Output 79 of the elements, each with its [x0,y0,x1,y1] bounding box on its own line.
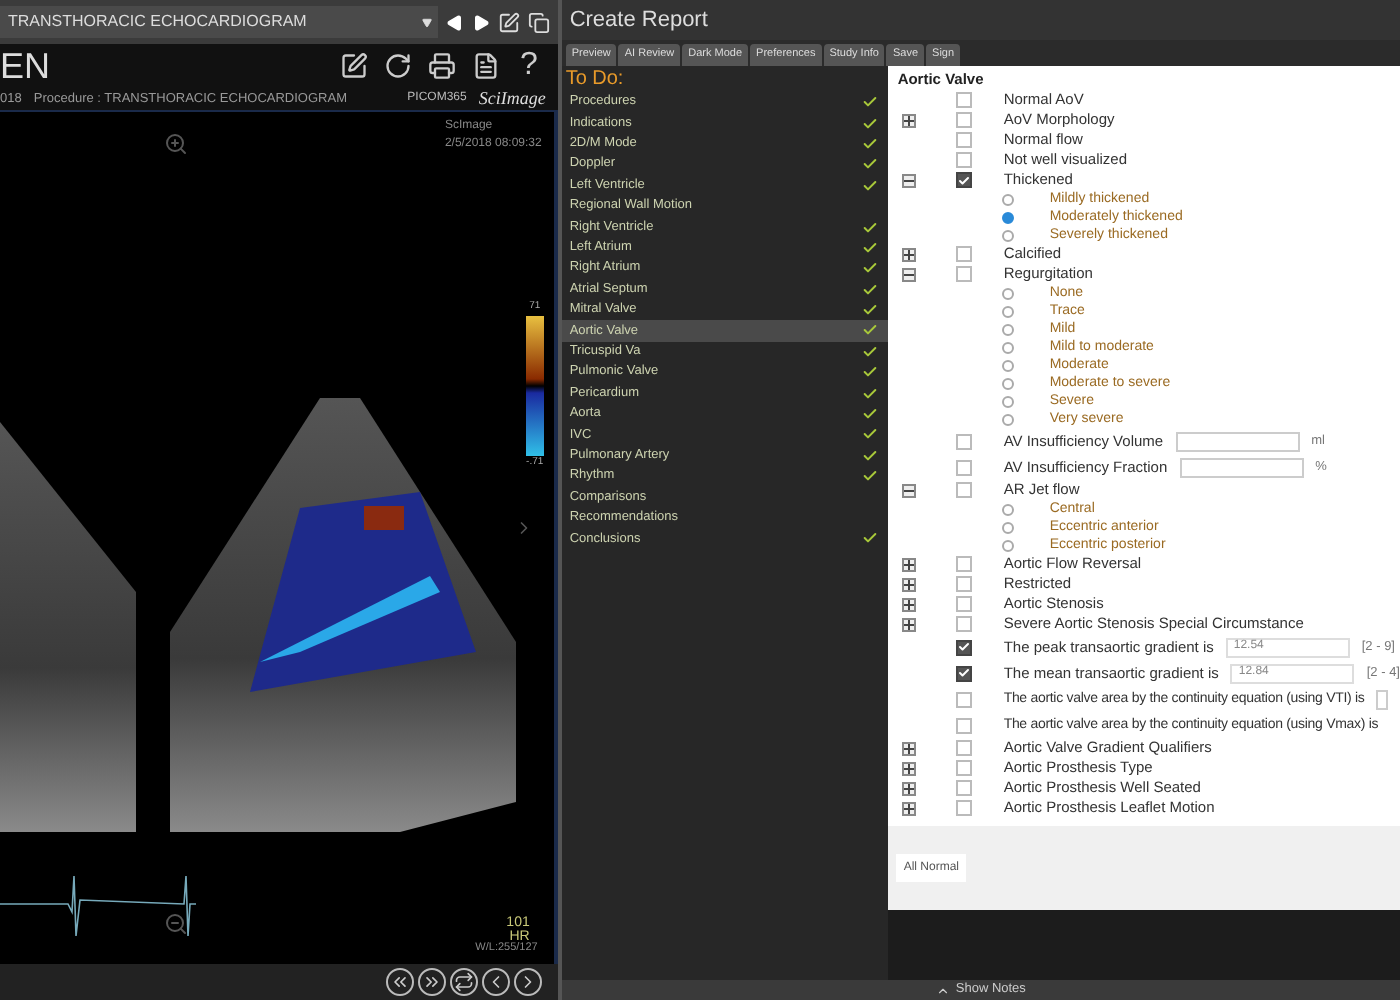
radio-button[interactable] [1001,503,1014,515]
checkbox[interactable] [955,576,972,592]
input-field[interactable] [1175,431,1300,451]
edit-icon[interactable] [497,11,520,33]
collapse-icon[interactable] [901,173,916,187]
expand-icon[interactable] [901,761,916,775]
checkbox[interactable] [955,459,972,475]
radio-button[interactable] [1001,323,1014,335]
expand-icon[interactable] [901,597,916,611]
loop-button[interactable] [449,968,478,996]
checkbox[interactable] [955,717,972,733]
copy-icon[interactable] [527,11,550,33]
radio-button[interactable] [1001,395,1014,407]
rewind-button[interactable] [385,968,414,996]
todo-title: To Do: [563,66,626,92]
document-icon[interactable] [471,52,500,80]
checkbox[interactable] [955,596,972,612]
radio-button[interactable] [1001,359,1014,371]
checkbox[interactable] [955,152,972,168]
radio-button[interactable] [1001,539,1014,551]
study-dropdown[interactable]: TRANSTHORACIC ECHOCARDIOGRAM [0,6,438,38]
radio-button[interactable] [1001,287,1014,299]
caret-icon [421,17,432,27]
next-icon[interactable] [471,13,490,31]
checkbox[interactable] [955,691,972,707]
checkbox[interactable] [955,760,972,776]
loop-icon [453,972,474,992]
expand-icon[interactable] [901,617,916,631]
next-button[interactable] [513,968,542,996]
checkbox[interactable] [955,665,972,681]
expand-icon[interactable] [901,577,916,591]
input-field[interactable] [1179,457,1304,477]
fast-forward-button[interactable] [417,968,446,996]
radio-button[interactable] [1001,377,1014,389]
checkbox[interactable] [955,433,972,449]
color-scale [525,315,544,455]
checkbox[interactable] [955,780,972,796]
radio-button[interactable] [1001,341,1014,353]
chevron-up-icon [935,983,950,997]
logo: SciImage [478,85,546,112]
radio-button[interactable] [1001,229,1014,241]
checkbox[interactable] [955,246,972,262]
refresh-icon[interactable] [383,52,412,80]
previous-icon[interactable] [445,13,464,31]
checkbox[interactable] [955,482,972,498]
checkbox[interactable] [955,112,972,128]
previous-button[interactable] [481,968,510,996]
report-title: Create Report [561,0,1400,40]
checkbox[interactable] [955,266,972,282]
zoom-out-icon[interactable] [164,912,188,936]
zoom-in-icon[interactable] [164,132,188,156]
help-button[interactable]: ? [515,50,542,82]
checkbox[interactable] [955,740,972,756]
radio-button[interactable] [1001,193,1014,205]
expand-icon[interactable] [901,557,916,571]
print-icon[interactable] [427,52,456,80]
collapse-icon[interactable] [901,483,916,497]
double-chevron-left-icon [389,972,410,992]
patient-name: EN [0,48,51,84]
expand-icon[interactable] [901,113,916,127]
checkbox[interactable] [955,616,972,632]
radio-button[interactable] [1001,413,1014,425]
edit-icon[interactable] [339,52,368,80]
checkbox[interactable] [955,92,972,108]
expand-icon[interactable] [901,741,916,755]
checkbox[interactable] [955,172,972,188]
radio-button[interactable] [1001,211,1014,223]
double-chevron-right-icon [421,972,442,992]
checkbox[interactable] [955,132,972,148]
radio-button[interactable] [1001,305,1014,317]
checkbox[interactable] [955,639,972,655]
expand-icon[interactable] [901,781,916,795]
expand-icon[interactable] [901,247,916,261]
radio-button[interactable] [1001,521,1014,533]
expand-icon[interactable] [901,801,916,815]
input-field[interactable] [1376,689,1389,709]
collapse-icon[interactable] [901,267,916,281]
checkbox[interactable] [955,556,972,572]
checkbox[interactable] [955,800,972,816]
